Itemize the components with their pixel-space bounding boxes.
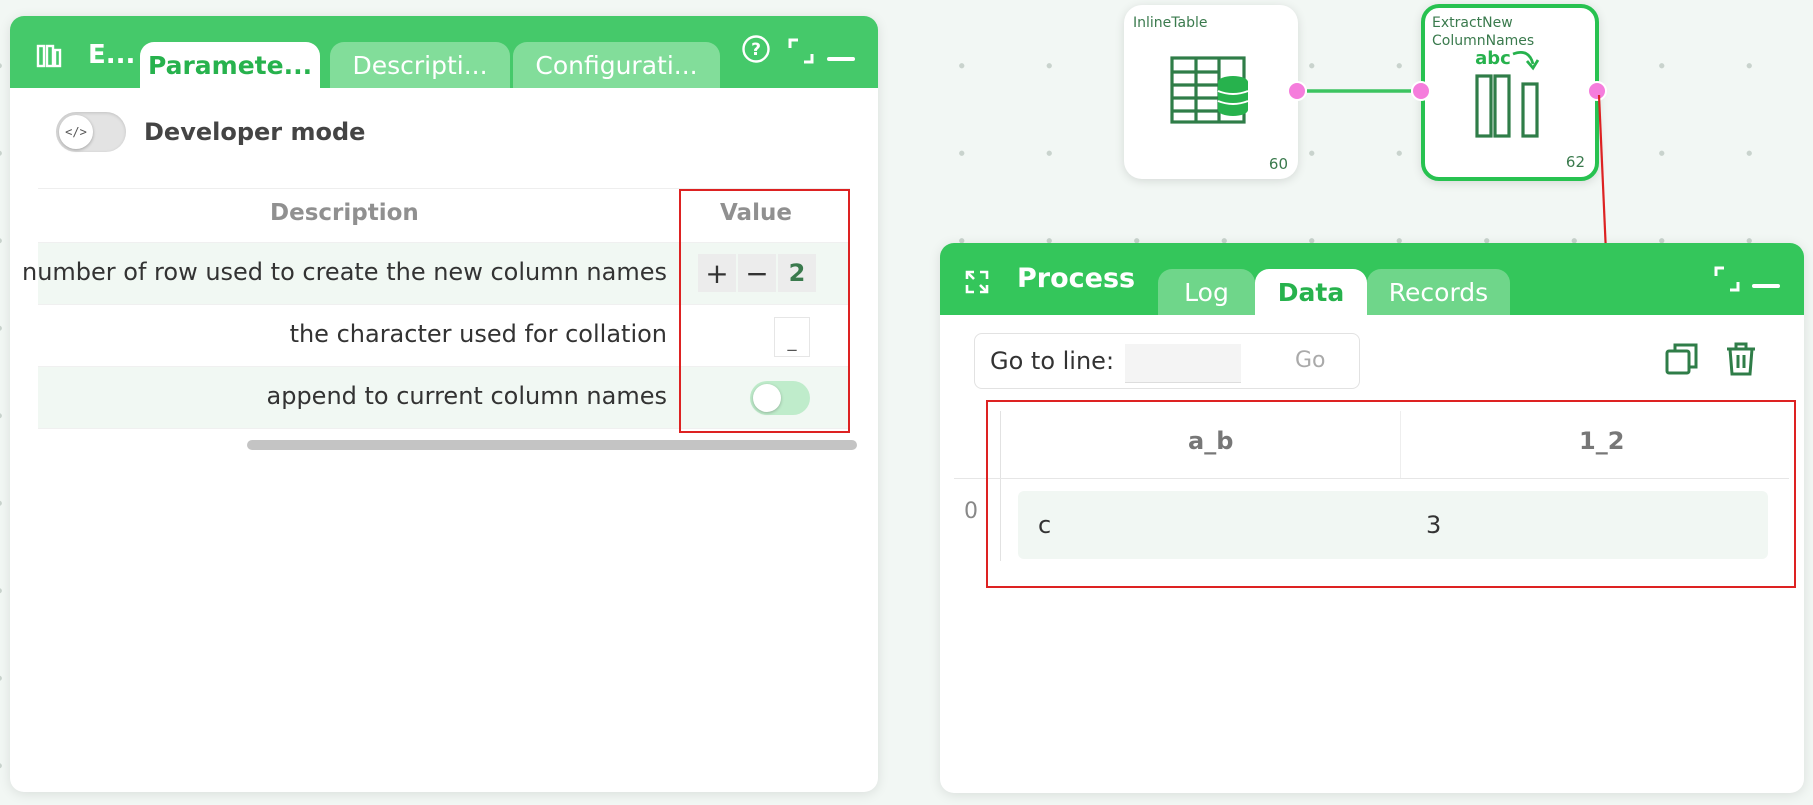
process-panel: Process Log Data Records Go to line: Go … xyxy=(940,243,1804,793)
parameter-description: the character used for collation xyxy=(289,320,667,348)
row-index: 0 xyxy=(964,499,978,524)
parameter-value-cell: + − 2 xyxy=(678,243,850,304)
value-column-header: Value xyxy=(720,200,792,226)
extract-column-names-icon: abc xyxy=(1475,46,1547,150)
description-column-header: Description xyxy=(270,200,419,226)
node-number: 60 xyxy=(1268,155,1288,173)
data-table: a_b 1_2 0 c 3 xyxy=(954,411,1792,561)
expand-icon[interactable] xyxy=(787,37,815,69)
tab-data[interactable]: Data xyxy=(1255,269,1367,315)
input-port-extract-new-column-names[interactable] xyxy=(1411,81,1431,101)
increment-button[interactable]: + xyxy=(698,254,736,292)
tab-parameters[interactable]: Paramete... xyxy=(140,42,320,88)
decrement-button[interactable]: − xyxy=(738,254,776,292)
parameters-table: Description Value number of row used to … xyxy=(22,188,850,429)
output-port-extract-new-column-names[interactable] xyxy=(1587,81,1607,101)
parameters-panel-header: E... Paramete... Descripti... Configurat… xyxy=(10,16,878,88)
copy-icon[interactable] xyxy=(1664,341,1700,381)
goto-line-box: Go to line: Go xyxy=(974,333,1360,389)
parameter-row-number-of-row: number of row used to create the new col… xyxy=(22,243,850,305)
minimize-icon[interactable] xyxy=(1752,275,1780,294)
svg-text:?: ? xyxy=(751,40,761,60)
process-title: Process xyxy=(1017,263,1136,294)
node-title: ExtractNew ColumnNames xyxy=(1432,15,1535,49)
append-column-names-toggle[interactable] xyxy=(750,381,810,415)
table-row[interactable] xyxy=(1018,491,1768,559)
table-cell: 3 xyxy=(1426,511,1442,539)
tab-description[interactable]: Descripti... xyxy=(330,42,510,88)
columns-icon xyxy=(36,42,62,72)
node-number: 62 xyxy=(1565,153,1585,171)
node-title: InlineTable xyxy=(1133,15,1208,31)
parameter-value-cell: _ xyxy=(678,305,850,366)
header-divider xyxy=(954,478,1789,479)
column-divider xyxy=(1400,411,1401,479)
tab-configuration[interactable]: Configurati... xyxy=(513,42,720,88)
collation-character-input[interactable]: _ xyxy=(774,317,810,357)
developer-mode-row: </> Developer mode xyxy=(56,112,365,152)
minimize-icon[interactable] xyxy=(827,48,855,67)
parameter-description: append to current column names xyxy=(266,382,668,410)
developer-mode-toggle[interactable]: </> xyxy=(56,112,126,152)
goto-line-label: Go to line: xyxy=(990,347,1115,375)
delete-icon[interactable] xyxy=(1724,341,1758,381)
parameter-row-collation-character: the character used for collation _ xyxy=(38,305,850,367)
abc-glyph: abc xyxy=(1475,48,1511,69)
expand-icon[interactable] xyxy=(1713,265,1741,297)
panel-title: E... xyxy=(88,40,136,70)
help-icon[interactable]: ? xyxy=(741,34,771,68)
row-number-value[interactable]: 2 xyxy=(778,254,816,292)
table-database-icon xyxy=(1169,55,1253,131)
column-header[interactable]: a_b xyxy=(1188,427,1233,455)
tab-records[interactable]: Records xyxy=(1367,269,1510,315)
parameter-description: number of row used to create the new col… xyxy=(21,258,667,286)
node-inline-table[interactable]: InlineTable 60 xyxy=(1124,5,1298,179)
parameters-panel: E... Paramete... Descripti... Configurat… xyxy=(10,16,878,792)
tab-log[interactable]: Log xyxy=(1158,269,1255,315)
table-cell: c xyxy=(1038,511,1052,539)
reset-icon[interactable] xyxy=(964,269,990,299)
parameter-value-cell xyxy=(678,367,850,428)
go-button[interactable]: Go xyxy=(1295,348,1326,373)
output-port-inline-table[interactable] xyxy=(1287,81,1307,101)
developer-mode-label: Developer mode xyxy=(144,118,366,146)
index-column-divider xyxy=(1000,411,1001,561)
code-icon: </> xyxy=(59,115,93,149)
process-panel-header: Process Log Data Records xyxy=(940,243,1804,315)
parameters-table-header: Description Value xyxy=(38,189,850,243)
toggle-knob xyxy=(753,384,781,412)
horizontal-scrollbar[interactable] xyxy=(247,440,857,450)
goto-line-input[interactable] xyxy=(1125,344,1241,383)
node-extract-new-column-names[interactable]: ExtractNew ColumnNames abc 62 xyxy=(1421,4,1599,181)
parameter-row-append: append to current column names xyxy=(38,367,850,429)
row-number-stepper: + − 2 xyxy=(698,254,816,292)
column-header[interactable]: 1_2 xyxy=(1579,427,1624,455)
